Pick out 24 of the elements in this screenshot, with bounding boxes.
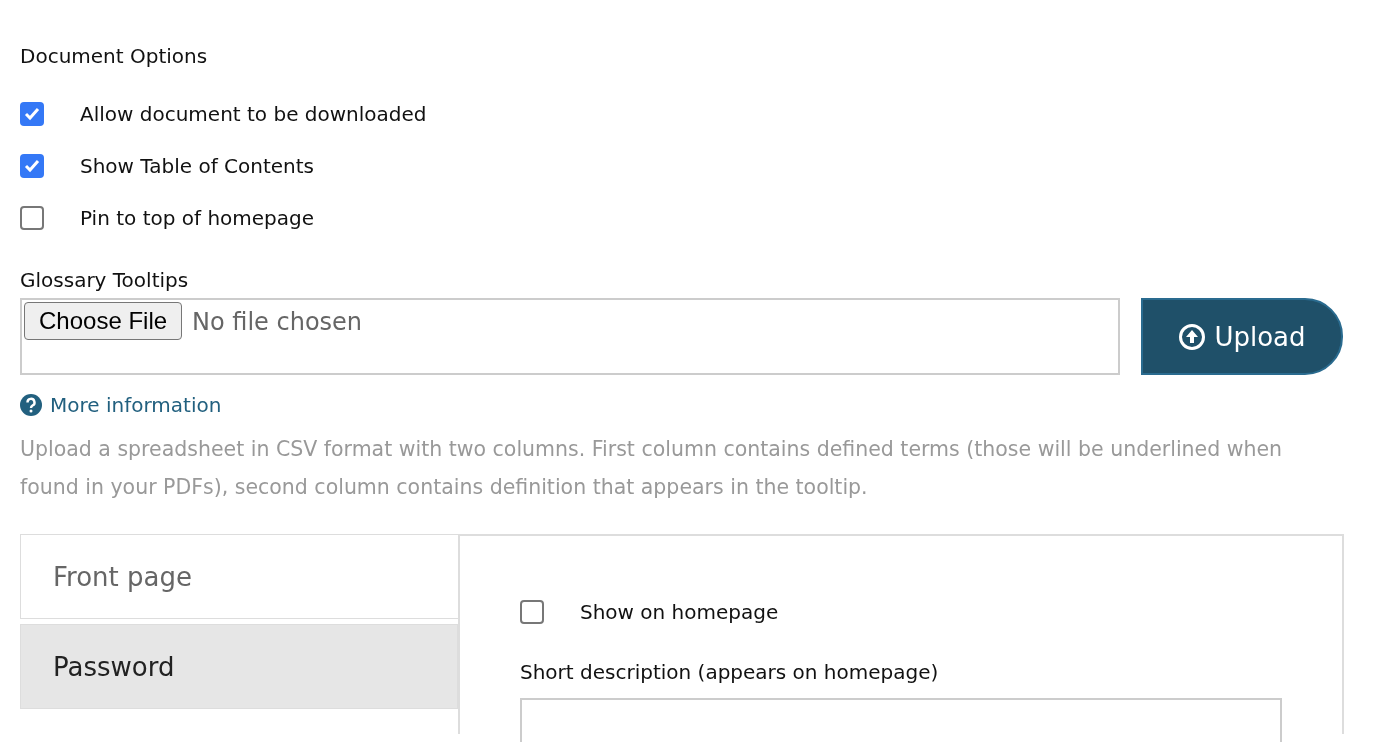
upload-icon: [1178, 322, 1207, 351]
help-icon: [20, 394, 42, 416]
checkbox-label: Show on homepage: [580, 600, 779, 624]
tab[interactable]: Front page: [20, 534, 458, 619]
file-input[interactable]: Choose File No file chosen: [20, 298, 1120, 375]
field-label: Short description (appears on homepage): [520, 660, 940, 684]
help-text: Upload a spreadsheet in CSV format with two columns. First column contains defined terms (those will be underlined when found in your PDFs), second column contains definition that appears in the tooltip.: [20, 436, 1284, 501]
section-title: Document Options: [20, 44, 209, 68]
checkbox-label: Show Table of Contents: [80, 154, 314, 178]
checkbox-label: Allow document to be downloaded: [80, 102, 427, 126]
tab[interactable]: Password: [20, 624, 458, 709]
checkmark-icon: [24, 159, 40, 173]
checkbox[interactable]: [20, 206, 44, 230]
checkbox[interactable]: [20, 102, 44, 126]
checkbox[interactable]: [520, 600, 544, 624]
short-description-field[interactable]: [520, 698, 1282, 742]
checkmark-icon: [24, 107, 40, 121]
checkbox[interactable]: [20, 154, 44, 178]
more-information-link[interactable]: More information: [20, 393, 222, 417]
checkbox-label: Pin to top of homepage: [80, 206, 315, 230]
file-status: No file chosen: [192, 308, 363, 336]
choose-file-button[interactable]: Choose File: [24, 302, 183, 340]
field-label: Glossary Tooltips: [20, 268, 189, 292]
upload-button[interactable]: Upload: [1141, 298, 1343, 375]
